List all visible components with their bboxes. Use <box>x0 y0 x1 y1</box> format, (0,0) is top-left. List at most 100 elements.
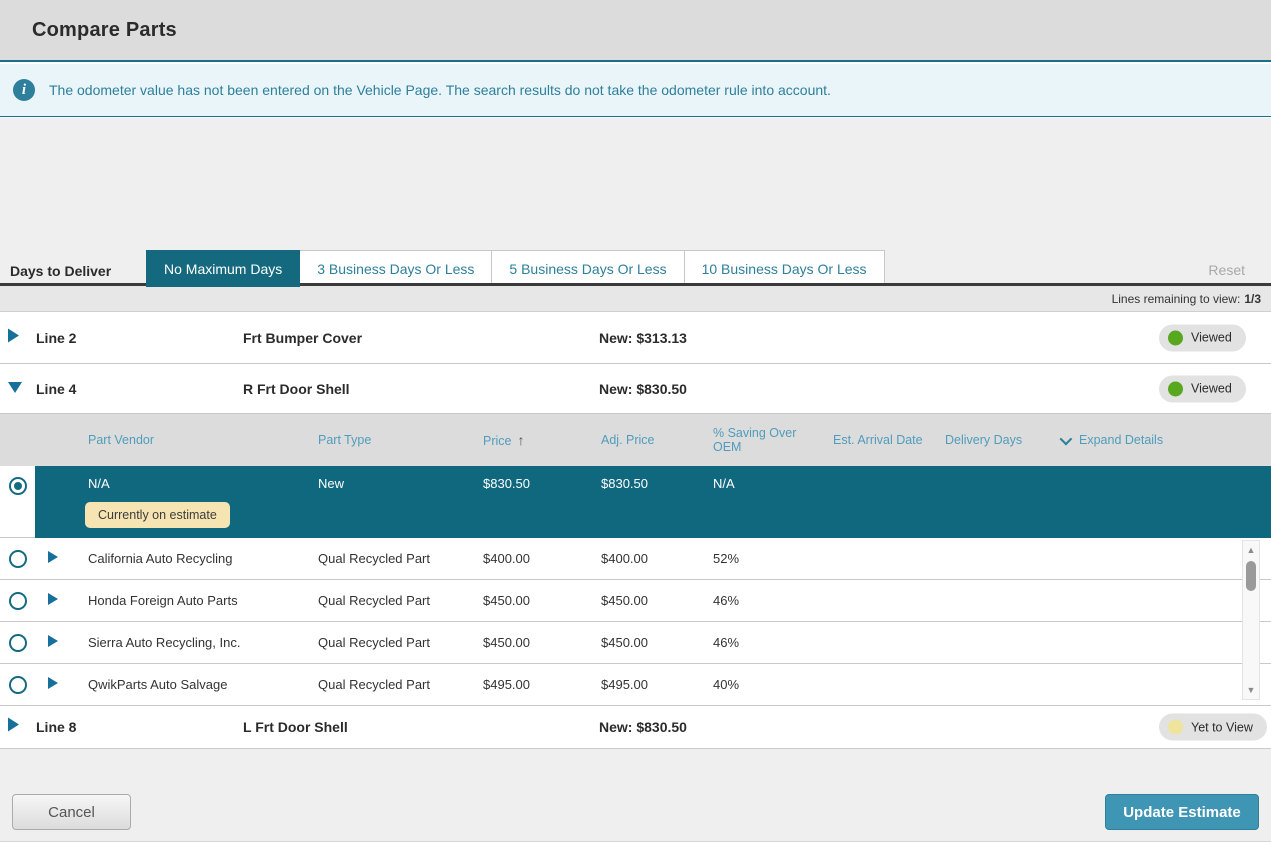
saving-cell: N/A <box>700 476 820 491</box>
radio-selected[interactable] <box>9 477 27 495</box>
adj-price-cell: $450.00 <box>588 593 700 608</box>
currently-on-estimate-tag: Currently on estimate <box>85 502 230 528</box>
line-id: Line 4 <box>36 381 76 397</box>
radio-unselected[interactable] <box>9 634 27 652</box>
column-adj-price[interactable]: Adj. Price <box>588 433 700 447</box>
days-option-no-maximum[interactable]: No Maximum Days <box>146 250 300 287</box>
radio-cell <box>0 676 35 694</box>
compare-parts-dialog: Compare Parts i The odometer value has n… <box>0 0 1271 842</box>
page-title: Compare Parts <box>0 19 177 42</box>
column-part-vendor[interactable]: Part Vendor <box>75 433 305 447</box>
days-option-3-days[interactable]: 3 Business Days Or Less <box>299 250 492 287</box>
vendor-cell: Honda Foreign Auto Parts <box>75 593 305 608</box>
adj-price-cell: $495.00 <box>588 677 700 692</box>
price-cell: $450.00 <box>470 635 588 650</box>
expand-caret-icon[interactable] <box>48 677 58 689</box>
line-price: New: $313.13 <box>599 330 687 346</box>
column-delivery-days[interactable]: Delivery Days <box>932 433 1047 447</box>
expand-details-toggle[interactable]: Expand Details <box>1047 433 1271 447</box>
vendor-cell: QwikParts Auto Salvage <box>75 677 305 692</box>
vendor-list-scrollbar[interactable]: ▲ ▼ <box>1242 540 1260 700</box>
days-option-10-days[interactable]: 10 Business Days Or Less <box>684 250 885 287</box>
lines-remaining-label: Lines remaining to view: <box>1112 292 1241 306</box>
table-row[interactable]: Honda Foreign Auto Parts Qual Recycled P… <box>0 580 1271 622</box>
days-to-deliver-group: No Maximum Days 3 Business Days Or Less … <box>146 250 885 287</box>
status-badge: Viewed <box>1159 324 1246 351</box>
days-to-deliver-label: Days to Deliver <box>10 263 111 279</box>
caret-cell <box>35 551 75 566</box>
selected-part-body[interactable]: N/A New $830.50 $830.50 N/A Currently on… <box>35 466 1271 538</box>
caret-cell <box>35 635 75 650</box>
caret-cell <box>35 593 75 608</box>
lines-remaining-value: 1/3 <box>1244 292 1261 306</box>
collapse-caret-icon[interactable] <box>8 380 22 398</box>
price-cell: $400.00 <box>470 551 588 566</box>
line-row-2[interactable]: Line 2 Frt Bumper Cover New: $313.13 Vie… <box>0 312 1271 364</box>
line-part-name: Frt Bumper Cover <box>243 330 362 346</box>
expand-caret-icon[interactable] <box>48 551 58 563</box>
filters-section: Days to Deliver No Maximum Days 3 Busine… <box>0 118 1271 283</box>
column-saving-over-oem[interactable]: % Saving Over OEM <box>700 426 820 454</box>
expand-caret-icon[interactable] <box>8 328 19 347</box>
column-est-arrival-date[interactable]: Est. Arrival Date <box>820 433 932 447</box>
selected-part-row[interactable]: N/A New $830.50 $830.50 N/A Currently on… <box>0 466 1271 538</box>
banner-message: The odometer value has not been entered … <box>49 82 831 98</box>
column-part-type[interactable]: Part Type <box>305 433 470 447</box>
update-estimate-button[interactable]: Update Estimate <box>1105 794 1259 830</box>
adj-price-cell: $450.00 <box>588 635 700 650</box>
line-row-4[interactable]: Line 4 R Frt Door Shell New: $830.50 Vie… <box>0 364 1271 414</box>
expand-caret-icon[interactable] <box>48 635 58 647</box>
scroll-down-icon[interactable]: ▼ <box>1247 683 1256 697</box>
table-row[interactable]: California Auto Recycling Qual Recycled … <box>0 538 1271 580</box>
footer-bar: Cancel Update Estimate <box>0 749 1271 842</box>
vendor-cell: Sierra Auto Recycling, Inc. <box>75 635 305 650</box>
expand-details-label: Expand Details <box>1079 433 1163 447</box>
status-label: Viewed <box>1191 382 1232 396</box>
caret-cell <box>35 677 75 692</box>
days-option-5-days[interactable]: 5 Business Days Or Less <box>491 250 684 287</box>
part-type-cell: Qual Recycled Part <box>305 593 470 608</box>
adj-price-cell: $400.00 <box>588 551 700 566</box>
radio-cell <box>0 634 35 652</box>
part-type-cell: Qual Recycled Part <box>305 677 470 692</box>
expand-caret-icon[interactable] <box>8 718 19 737</box>
vendor-cell: California Auto Recycling <box>75 551 305 566</box>
price-cell: $495.00 <box>470 677 588 692</box>
line-row-8[interactable]: Line 8 L Frt Door Shell New: $830.50 Yet… <box>0 706 1271 749</box>
status-badge: Yet to View <box>1159 714 1267 741</box>
radio-unselected[interactable] <box>9 550 27 568</box>
reset-link[interactable]: Reset <box>1208 262 1245 278</box>
radio-unselected[interactable] <box>9 676 27 694</box>
part-type-cell: Qual Recycled Part <box>305 635 470 650</box>
line-price: New: $830.50 <box>599 381 687 397</box>
line-part-name: L Frt Door Shell <box>243 719 348 735</box>
price-cell: $450.00 <box>470 593 588 608</box>
part-type-cell: Qual Recycled Part <box>305 551 470 566</box>
dialog-header: Compare Parts <box>0 0 1271 62</box>
radio-unselected[interactable] <box>9 592 27 610</box>
table-row[interactable]: Sierra Auto Recycling, Inc. Qual Recycle… <box>0 622 1271 664</box>
line-price: New: $830.50 <box>599 719 687 735</box>
scroll-up-icon[interactable]: ▲ <box>1247 543 1256 557</box>
column-price-label: Price <box>483 434 511 448</box>
status-badge: Viewed <box>1159 375 1246 402</box>
chevron-down-icon <box>1060 432 1073 445</box>
price-cell: $830.50 <box>470 476 588 491</box>
saving-cell: 40% <box>700 677 820 692</box>
part-type-cell: New <box>305 476 470 491</box>
lines-remaining-bar: Lines remaining to view: 1/3 <box>0 283 1271 312</box>
info-icon: i <box>13 79 35 101</box>
radio-cell <box>0 550 35 568</box>
radio-cell <box>0 466 35 538</box>
viewed-dot-icon <box>1168 330 1183 345</box>
adj-price-cell: $830.50 <box>588 476 700 491</box>
vendor-rows-list: California Auto Recycling Qual Recycled … <box>0 538 1271 706</box>
scrollbar-thumb[interactable] <box>1246 561 1256 591</box>
expand-caret-icon[interactable] <box>48 593 58 605</box>
radio-cell <box>0 592 35 610</box>
column-price[interactable]: Price↑ <box>470 432 588 448</box>
parts-table-header: Part Vendor Part Type Price↑ Adj. Price … <box>0 414 1271 466</box>
cancel-button[interactable]: Cancel <box>12 794 131 830</box>
table-row[interactable]: QwikParts Auto Salvage Qual Recycled Par… <box>0 664 1271 706</box>
saving-cell: 46% <box>700 593 820 608</box>
